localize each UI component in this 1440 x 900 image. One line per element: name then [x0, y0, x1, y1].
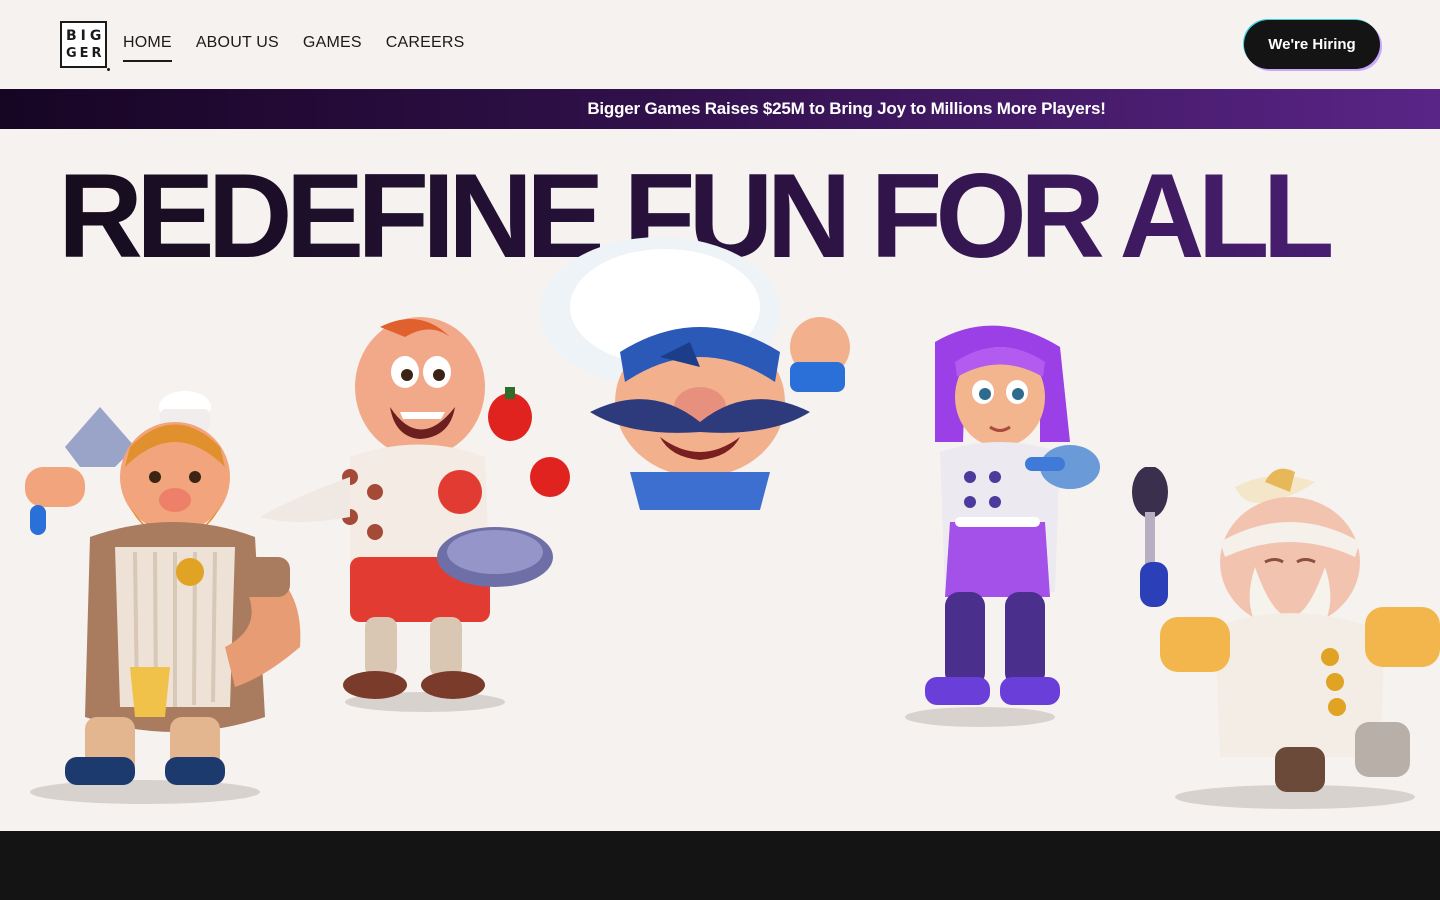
mustache-chef-character — [540, 237, 850, 510]
footer-band — [0, 831, 1440, 900]
juggling-chef-character — [260, 317, 570, 712]
bigger-games-logo[interactable]: BIG GER — [60, 21, 110, 71]
main-nav: HOME ABOUT US GAMES CAREERS — [123, 34, 488, 62]
hiring-button[interactable]: We're Hiring — [1244, 20, 1380, 69]
announcement-banner[interactable]: Bigger Games Raises $25M to Bring Joy to… — [0, 89, 1440, 129]
nav-item-about-us[interactable]: ABOUT US — [196, 34, 279, 62]
nav-item-games[interactable]: GAMES — [303, 34, 362, 62]
purple-hair-chef-character — [905, 325, 1100, 727]
logo-dot — [107, 68, 110, 71]
old-chef-character — [1132, 467, 1440, 809]
nav-item-home[interactable]: HOME — [123, 34, 172, 62]
site-header: BIG GER HOME ABOUT US GAMES CAREERS We'r… — [0, 0, 1440, 89]
nav-item-careers[interactable]: CAREERS — [386, 34, 465, 62]
logo-line-1: BIG — [66, 28, 106, 44]
hero-characters — [0, 232, 1440, 830]
announcement-text: Bigger Games Raises $25M to Bring Joy to… — [587, 99, 1106, 118]
logo-line-2: GER — [66, 46, 105, 61]
